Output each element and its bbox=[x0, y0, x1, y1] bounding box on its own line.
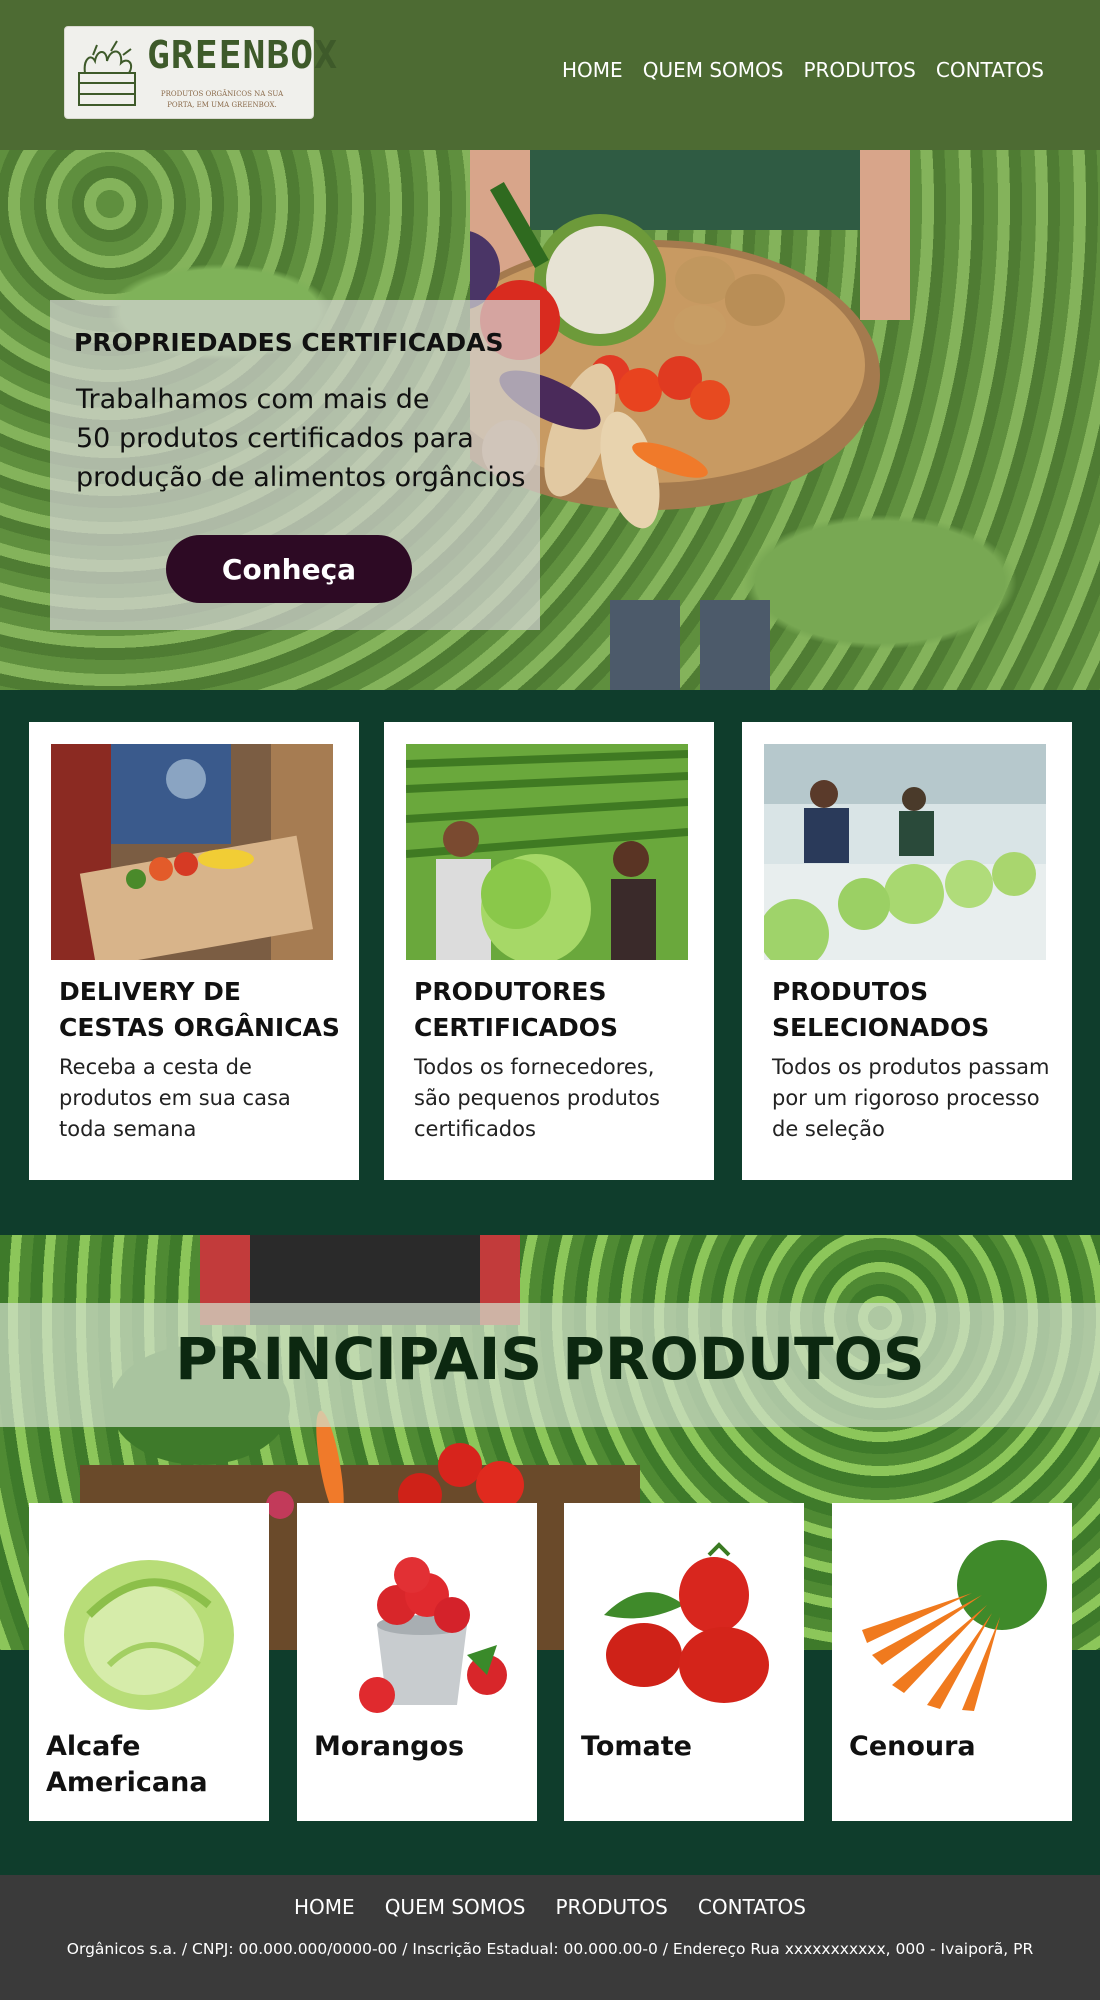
conheca-button[interactable]: Conheça bbox=[166, 535, 412, 603]
greenbox-logo[interactable]: GREENBOX PRODUTOS ORGÂNICOS NA SUA PORTA… bbox=[64, 26, 337, 119]
brand-name: GREENBOX bbox=[147, 33, 339, 77]
delivery-box-image bbox=[51, 744, 333, 960]
carrots-image bbox=[862, 1540, 1047, 1711]
feature-card-delivery: DELIVERY DE CESTAS ORGÂNICAS Receba a ce… bbox=[29, 722, 359, 1180]
feature-text: Todos os produtos passam por um rigoroso… bbox=[772, 1055, 1050, 1141]
footer-nav: HOME QUEM SOMOS PRODUTOS CONTATOS bbox=[0, 1895, 1100, 1919]
nav-home[interactable]: HOME bbox=[562, 58, 623, 82]
feature-title: DELIVERY DE CESTAS ORGÂNICAS bbox=[59, 977, 340, 1042]
product-name: Cenoura bbox=[849, 1731, 976, 1762]
main-nav: HOME QUEM SOMOS PRODUTOS CONTATOS bbox=[562, 58, 1044, 82]
footer-nav-produtos[interactable]: PRODUTOS bbox=[555, 1895, 667, 1919]
site-header: GREENBOX PRODUTOS ORGÂNICOS NA SUA PORTA… bbox=[0, 0, 1100, 150]
company-info: Orgânicos s.a. / CNPJ: 00.000.000/0000-0… bbox=[66, 1940, 1034, 1958]
product-card-morangos[interactable]: Morangos bbox=[297, 1503, 537, 1821]
product-name: Tomate bbox=[581, 1731, 692, 1762]
products-title-band: PRINCIPAIS PRODUTOS bbox=[0, 1303, 1100, 1427]
feature-card-selecionados: PRODUTOS SELECIONADOS Todos os produtos … bbox=[742, 722, 1072, 1180]
nav-contatos[interactable]: CONTATOS bbox=[936, 58, 1044, 82]
selection-facility-image bbox=[764, 744, 1046, 960]
farmers-field-image bbox=[406, 744, 688, 960]
section-title: PRINCIPAIS PRODUTOS bbox=[175, 1325, 925, 1393]
lettuce-image bbox=[64, 1560, 234, 1710]
footer-nav-home[interactable]: HOME bbox=[294, 1895, 355, 1919]
feature-text: Receba a cesta de produtos em sua casa t… bbox=[59, 1055, 291, 1141]
feature-title: PRODUTORES CERTIFICADOS bbox=[414, 977, 618, 1042]
footer-nav-contatos[interactable]: CONTATOS bbox=[698, 1895, 806, 1919]
strawberries-image bbox=[359, 1557, 507, 1713]
site-footer: HOME QUEM SOMOS PRODUTOS CONTATOS Orgâni… bbox=[0, 1875, 1100, 2000]
crate-icon bbox=[78, 40, 136, 106]
product-card-tomate[interactable]: Tomate bbox=[564, 1503, 804, 1821]
product-card-cenoura[interactable]: Cenoura bbox=[832, 1503, 1072, 1821]
hero-card: PROPRIEDADES CERTIFICADAS Trabalhamos co… bbox=[50, 300, 540, 630]
nav-produtos[interactable]: PRODUTOS bbox=[803, 58, 915, 82]
product-name: Morangos bbox=[314, 1731, 465, 1762]
brand-tagline: PRODUTOS ORGÂNICOS NA SUA PORTA, EM UMA … bbox=[160, 90, 284, 109]
hero-description: Trabalhamos com mais de 50 produtos cert… bbox=[76, 384, 526, 493]
feature-title: PRODUTOS SELECIONADOS bbox=[772, 977, 990, 1042]
product-card-alface[interactable]: Alcafe Americana bbox=[29, 1503, 269, 1821]
feature-card-produtores: PRODUTORES CERTIFICADOS Todos os fornece… bbox=[384, 722, 714, 1180]
hero-banner: PROPRIEDADES CERTIFICADAS Trabalhamos co… bbox=[0, 150, 1100, 690]
footer-nav-quem-somos[interactable]: QUEM SOMOS bbox=[385, 1895, 526, 1919]
product-name: Alcafe Americana bbox=[46, 1731, 208, 1798]
nav-quem-somos[interactable]: QUEM SOMOS bbox=[643, 58, 784, 82]
hero-title: PROPRIEDADES CERTIFICADAS bbox=[74, 328, 504, 357]
tomato-image bbox=[604, 1542, 769, 1703]
feature-text: Todos os fornecedores, são pequenos prod… bbox=[414, 1055, 660, 1141]
